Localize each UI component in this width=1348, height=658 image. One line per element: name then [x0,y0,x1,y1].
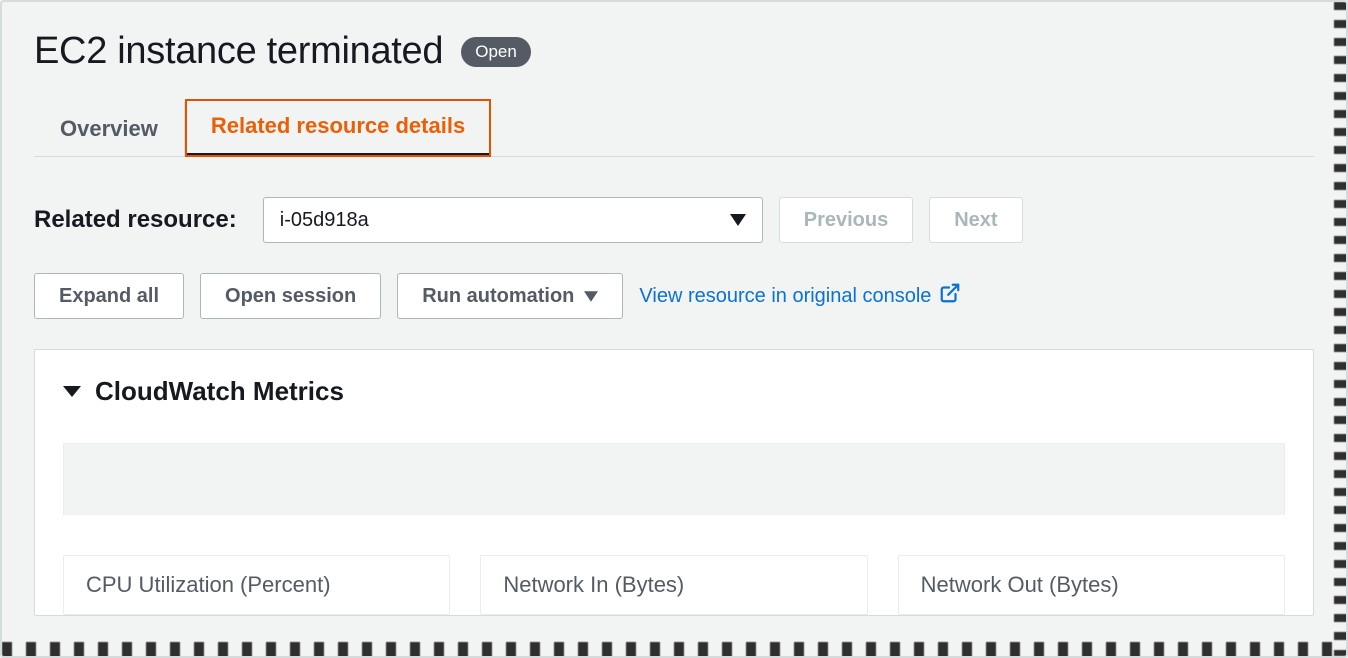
metric-card-network-out[interactable]: Network Out (Bytes) [898,555,1285,615]
page-root: EC2 instance terminated Open Overview Re… [0,0,1348,658]
related-resource-value: i-05d918a [280,209,369,232]
tab-label: Overview [60,116,158,141]
status-badge: Open [461,37,531,67]
tab-label: Related resource details [211,113,465,138]
panel-header-toggle[interactable]: CloudWatch Metrics [63,376,1285,407]
metric-card-network-in[interactable]: Network In (Bytes) [480,555,867,615]
next-button[interactable]: Next [929,197,1022,243]
button-label: Run automation [422,285,574,308]
external-link-icon [939,282,961,310]
related-resource-row: Related resource: i-05d918a Previous Nex… [2,157,1346,243]
chart-toolbar [63,443,1285,515]
chevron-down-icon [584,285,598,308]
related-resource-label: Related resource: [34,206,237,234]
related-resource-select[interactable]: i-05d918a [263,197,763,243]
metric-card-title: Network In (Bytes) [503,572,684,597]
metric-card-title: Network Out (Bytes) [921,572,1119,597]
tab-overview[interactable]: Overview [34,102,185,156]
previous-button[interactable]: Previous [779,197,913,243]
metric-card-title: CPU Utilization (Percent) [86,572,331,597]
cloudwatch-metrics-panel: CloudWatch Metrics CPU Utilization (Perc… [34,349,1314,616]
page-header: EC2 instance terminated Open [2,2,1346,87]
run-automation-button[interactable]: Run automation [397,273,623,319]
tab-related-resource-details[interactable]: Related resource details [185,99,491,157]
tab-bar: Overview Related resource details [34,99,1314,157]
open-session-button[interactable]: Open session [200,273,381,319]
button-label: Next [954,209,997,232]
view-resource-link[interactable]: View resource in original console [639,282,961,310]
torn-edge-bottom [2,642,1346,658]
metric-card-cpu-utilization[interactable]: CPU Utilization (Percent) [63,555,450,615]
caret-down-icon [63,386,81,397]
expand-all-button[interactable]: Expand all [34,273,184,319]
link-label: View resource in original console [639,285,931,308]
torn-edge-right [1334,2,1348,656]
chevron-down-icon [730,209,746,232]
button-label: Open session [225,285,356,308]
panel-title: CloudWatch Metrics [95,376,344,407]
button-label: Expand all [59,285,159,308]
page-title: EC2 instance terminated [34,30,443,73]
button-label: Previous [804,209,888,232]
chart-cards-row: CPU Utilization (Percent) Network In (By… [63,515,1285,615]
actions-row: Expand all Open session Run automation V… [2,243,1346,319]
